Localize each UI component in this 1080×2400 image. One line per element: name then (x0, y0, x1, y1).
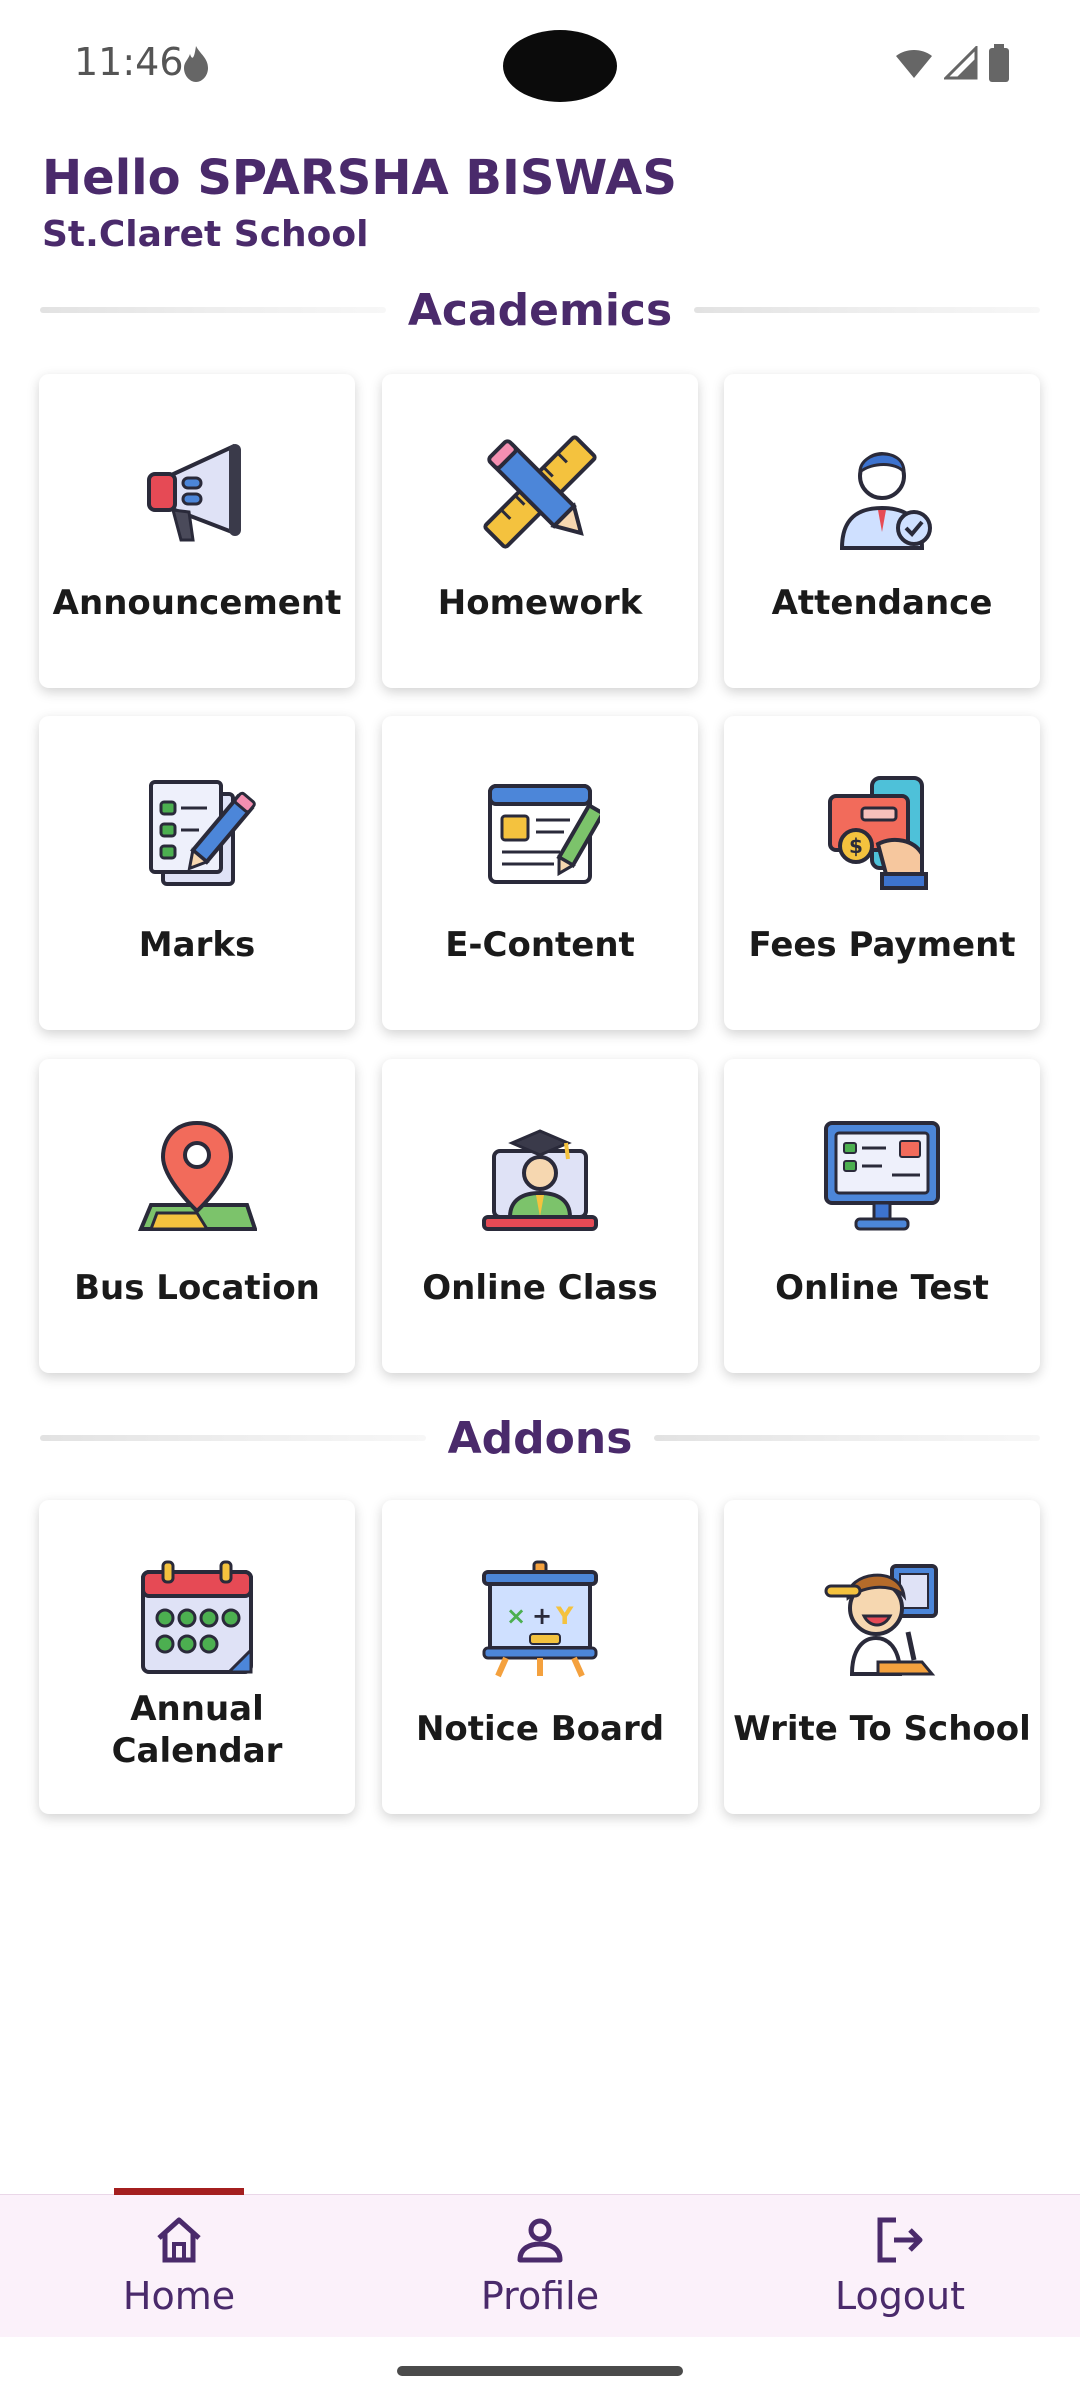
divider-line (694, 307, 1040, 313)
monitor-test-icon (824, 1121, 940, 1231)
tile-label: Online Test (775, 1268, 989, 1308)
tile-label: Homework (437, 583, 643, 623)
tile-write-to-school[interactable]: Write To School (724, 1500, 1040, 1814)
tile-label: Attendance (771, 583, 993, 623)
graduate-laptop-icon (482, 1129, 598, 1231)
tile-fees-payment[interactable]: $ Fees Payment (724, 716, 1040, 1030)
nav-label: Home (122, 2274, 236, 2318)
section-title: Addons (447, 1412, 633, 1464)
tile-label: Fees Payment (748, 925, 1016, 965)
nav-home[interactable]: Home (54, 2200, 304, 2330)
nav-logout[interactable]: Logout (775, 2200, 1025, 2330)
card-payment-icon: $ (828, 776, 928, 890)
divider-line (40, 1435, 426, 1441)
tile-e-content[interactable]: E-Content (382, 716, 698, 1030)
status-bar: 11:46 (0, 0, 1080, 130)
svg-text:Y: Y (555, 1602, 574, 1630)
signal-icon (944, 46, 978, 80)
tile-label-line: Calendar (111, 1731, 283, 1771)
section-title: Academics (407, 284, 673, 336)
home-icon (157, 2217, 201, 2263)
academics-heading: Academics (40, 284, 1040, 336)
svg-text:+: + (532, 1602, 552, 1630)
tile-label: Annual Calendar (39, 1688, 355, 1772)
status-time: 11:46 (74, 40, 184, 84)
gesture-home-bar[interactable] (397, 2366, 683, 2376)
flame-icon (184, 46, 208, 82)
nav-label: Logout (834, 2274, 966, 2318)
tile-label-line: Annual (130, 1689, 264, 1729)
person-check-icon (839, 452, 932, 550)
battery-icon (989, 44, 1009, 82)
tile-announcement[interactable]: Announcement (39, 374, 355, 688)
tile-label: Marks (138, 925, 256, 965)
profile-icon (517, 2218, 563, 2263)
greeting-title: Hello SPARSHA BISWAS (42, 150, 677, 206)
tile-label: E-Content (445, 925, 635, 965)
wifi-icon (896, 50, 932, 78)
tile-label: Online Class (422, 1268, 658, 1308)
tile-online-test[interactable]: Online Test (724, 1059, 1040, 1373)
nav-profile[interactable]: Profile (415, 2200, 665, 2330)
logout-icon (877, 2217, 923, 2263)
tile-online-class[interactable]: Online Class (382, 1059, 698, 1373)
tile-label: Write To School (733, 1709, 1031, 1749)
megaphone-icon (147, 443, 241, 542)
active-tab-indicator (114, 2188, 244, 2195)
divider-line (654, 1435, 1041, 1441)
map-pin-icon (138, 1120, 257, 1231)
tile-label: Announcement (52, 583, 342, 623)
tile-label: Bus Location (74, 1268, 320, 1308)
webpage-edit-icon (488, 784, 600, 884)
tile-annual-calendar[interactable]: Annual Calendar (39, 1500, 355, 1814)
addons-heading: Addons (40, 1412, 1041, 1464)
tile-attendance[interactable]: Attendance (724, 374, 1040, 688)
tile-bus-location[interactable]: Bus Location (39, 1059, 355, 1373)
svg-text:$: $ (849, 834, 863, 858)
checklist-icon (149, 780, 256, 886)
board-icon: × + Y (482, 1560, 598, 1678)
tile-marks[interactable]: Marks (39, 716, 355, 1030)
student-writing-icon (824, 1564, 938, 1676)
tile-notice-board[interactable]: × + Y Notice Board (382, 1500, 698, 1814)
divider-line (40, 307, 386, 313)
tile-homework[interactable]: Homework (382, 374, 698, 688)
school-name: St.Claret School (42, 214, 369, 255)
nav-label: Profile (480, 2274, 600, 2318)
camera-cutout (503, 30, 617, 102)
pencil-ruler-icon (483, 435, 597, 549)
tile-label: Notice Board (415, 1709, 665, 1749)
svg-text:×: × (506, 1602, 526, 1630)
calendar-icon (141, 1560, 253, 1674)
status-icons (894, 44, 1010, 82)
